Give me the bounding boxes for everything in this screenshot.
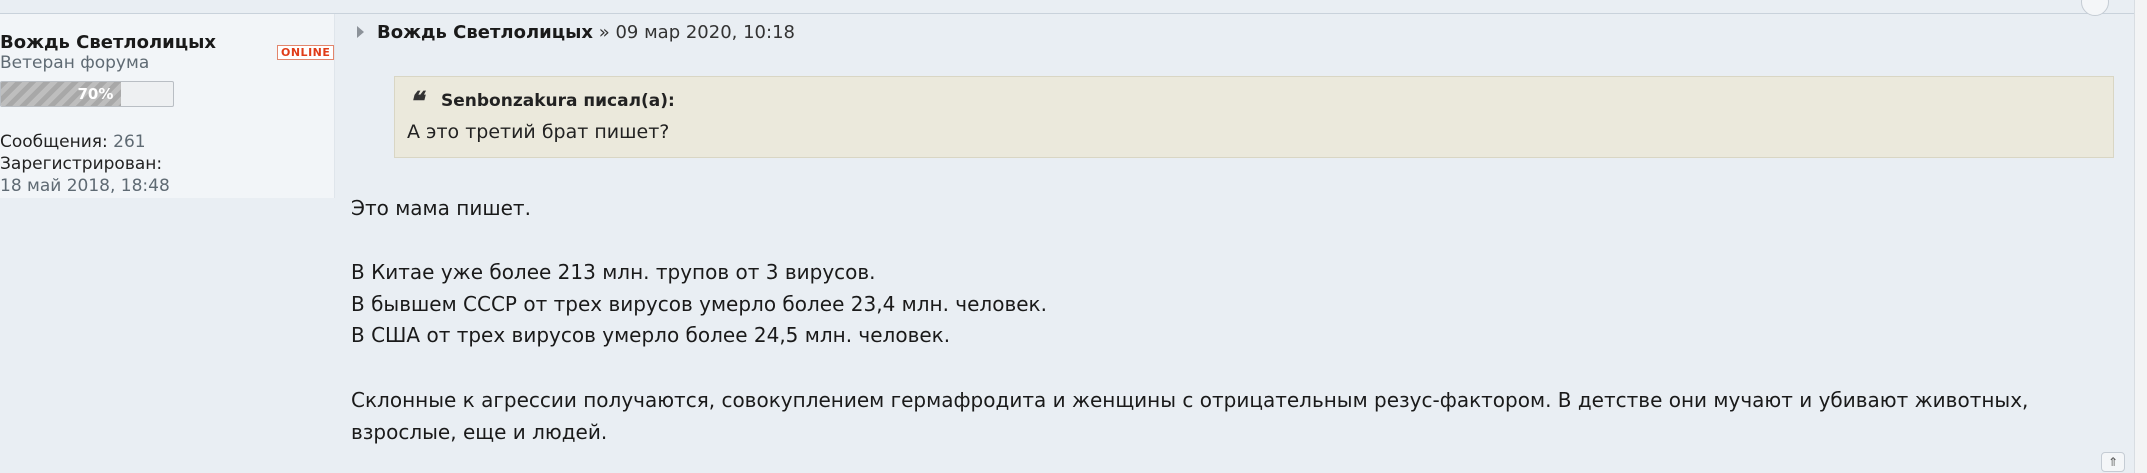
registered-value: 18 май 2018, 18:48 (0, 176, 170, 196)
post-line: В бывшем СССР от трех вирусов умерло бол… (351, 292, 1047, 316)
scrollbar[interactable] (2134, 0, 2147, 473)
post-line: В Китае уже более 213 млн. трупов от 3 в… (351, 260, 876, 284)
quote-text: А это третий брат пишет? (407, 121, 670, 143)
post-line: Склонные к агрессии получаются, совокупл… (351, 388, 2029, 412)
post-header: Вождь Светлолицых » 09 мар 2020, 10:18 (377, 22, 795, 43)
author-profile: Вождь Светлолицых ONLINE Ветеран форума … (0, 14, 335, 198)
post-author[interactable]: Вождь Светлолицых (377, 22, 593, 43)
post-line: взрослые, еще и людей. (351, 420, 608, 444)
registered-label: Зарегистрирован: (0, 154, 163, 174)
quote-author: Senbonzakura писал(а): (441, 91, 675, 111)
post-link-icon[interactable] (357, 26, 364, 38)
posts-count: Сообщения: 261 (0, 132, 146, 152)
online-badge: ONLINE (277, 45, 335, 60)
post-line: В США от трех вирусов умерло более 24,5 … (351, 323, 951, 347)
reputation-bar: 70% (0, 81, 174, 107)
author-rank: Ветеран форума (0, 53, 150, 73)
quote-block: ❝ Senbonzakura писал(а): А это третий бр… (394, 76, 2114, 158)
author-name[interactable]: Вождь Светлолицых (0, 32, 216, 53)
quote-icon: ❝ (409, 87, 423, 117)
posts-value[interactable]: 261 (113, 132, 145, 152)
page-up-icon[interactable]: ⇑ (2101, 452, 2125, 472)
post-line: Это мама пишет. (351, 196, 531, 220)
posts-label: Сообщения: (0, 132, 108, 152)
post-separator: » (593, 22, 616, 43)
reputation-label: 70% (77, 85, 114, 103)
post-date[interactable]: 09 мар 2020, 10:18 (615, 22, 795, 43)
